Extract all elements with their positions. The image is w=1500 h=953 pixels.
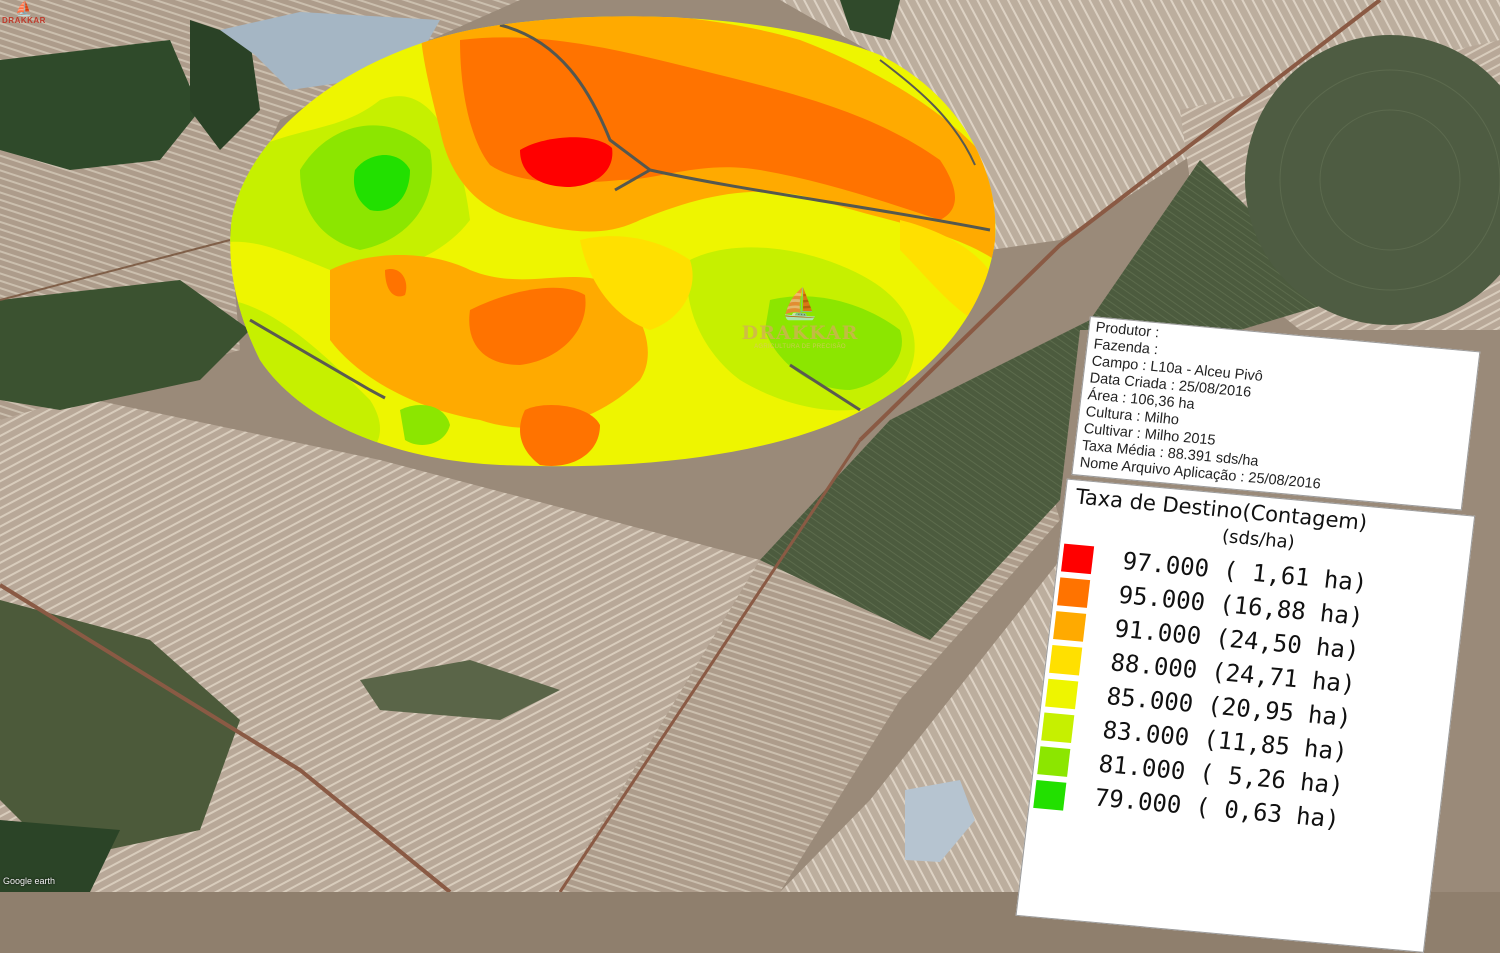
legend-swatch bbox=[1045, 678, 1079, 710]
field-info-box: Produtor : Fazenda : Campo : L10a - Alce… bbox=[1071, 316, 1481, 511]
legend-item: 79.000 ( 0,63 ha) bbox=[1033, 778, 1341, 834]
viking-ship-icon: ⛵ bbox=[15, 1, 33, 17]
logo-brand-text: DRAKKAR bbox=[2, 16, 46, 25]
rate-legend: Taxa de Destino(Contagem) (sds/ha) 97.00… bbox=[1015, 478, 1476, 953]
legend-item: 88.000 (24,71 ha) bbox=[1049, 643, 1357, 698]
viking-ship-icon: ⛵ bbox=[781, 287, 819, 322]
legend-item: 83.000 (11,85 ha) bbox=[1041, 711, 1349, 766]
legend-item: 97.000 ( 1,61 ha) bbox=[1061, 542, 1369, 597]
legend-item: 85.000 (20,95 ha) bbox=[1045, 677, 1353, 732]
watermark-brand: DRAKKAR bbox=[741, 322, 859, 344]
legend-unit: (sds/ha) bbox=[1220, 525, 1296, 554]
legend-swatch bbox=[1061, 543, 1095, 575]
legend-item: 95.000 (16,88 ha) bbox=[1057, 575, 1365, 631]
legend-swatch bbox=[1053, 611, 1087, 642]
legend-swatch bbox=[1033, 780, 1067, 811]
watermark-subtitle: AGRICULTURA DE PRECISÃO bbox=[754, 344, 846, 350]
legend-item: 81.000 ( 5,26 ha) bbox=[1037, 744, 1345, 800]
legend-item: 91.000 (24,50 ha) bbox=[1053, 609, 1361, 665]
google-earth-credit: Google earth bbox=[3, 876, 56, 886]
legend-swatch bbox=[1057, 577, 1091, 608]
drakkar-logo: ⛵ DRAKKAR bbox=[2, 2, 46, 28]
field-info-panel: Produtor : Fazenda : Campo : L10a - Alce… bbox=[1015, 316, 1481, 953]
drakkar-watermark: ⛵ DRAKKAR AGRICULTURA DE PRECISÃO bbox=[735, 287, 865, 351]
legend-swatch bbox=[1037, 746, 1071, 777]
legend-swatch bbox=[1041, 712, 1075, 744]
legend-swatch bbox=[1049, 644, 1083, 676]
